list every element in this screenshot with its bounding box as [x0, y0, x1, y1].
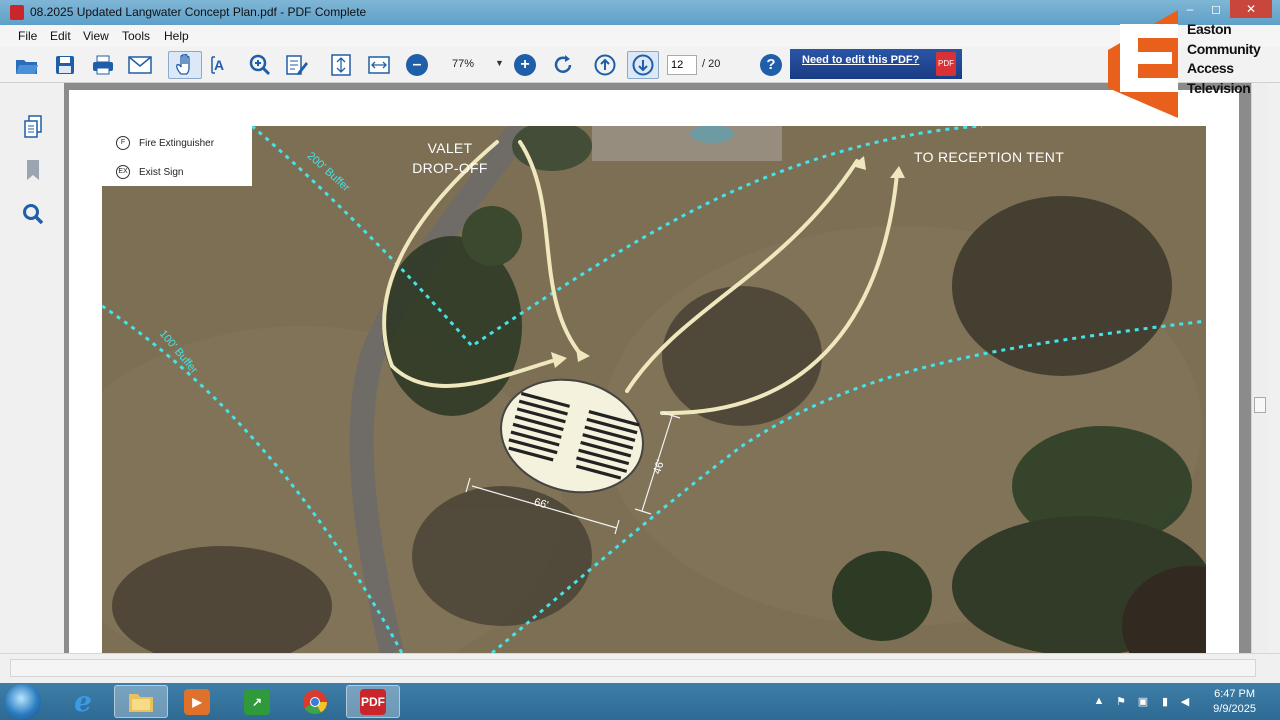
- map-legend: F Fire Extinguisher EX Exist Sign: [102, 126, 252, 186]
- page-total: / 20: [702, 58, 721, 70]
- internet-explorer-icon[interactable]: e: [56, 685, 110, 718]
- print-icon[interactable]: [89, 51, 117, 79]
- menu-bar: File Edit View Tools Help: [0, 25, 1280, 47]
- help-icon[interactable]: ?: [757, 51, 785, 79]
- stock-chart-icon[interactable]: ↗: [230, 685, 284, 718]
- hand-tool-icon[interactable]: [168, 51, 202, 79]
- menu-help[interactable]: Help: [164, 29, 189, 43]
- media-player-icon[interactable]: ▶: [170, 685, 224, 718]
- scrollbar-thumb[interactable]: [1254, 397, 1266, 413]
- save-icon[interactable]: [51, 51, 79, 79]
- zoom-in-icon[interactable]: +: [511, 51, 539, 79]
- previous-page-icon[interactable]: [591, 51, 619, 79]
- promo-label[interactable]: Need to edit this PDF?: [802, 54, 919, 66]
- pdf-promo-icon: PDF: [936, 52, 956, 76]
- network-icon[interactable]: ▮: [1158, 695, 1172, 709]
- rotate-icon[interactable]: [549, 51, 577, 79]
- zoom-out-icon[interactable]: –: [403, 51, 431, 79]
- vertical-scrollbar[interactable]: [1251, 83, 1268, 653]
- legend-exit-sign: EX Exist Sign: [116, 165, 183, 179]
- legend-label: Fire Extinguisher: [139, 137, 215, 149]
- clock[interactable]: 6:47 PM 9/9/2025: [1213, 687, 1256, 717]
- fit-width-icon[interactable]: [365, 51, 393, 79]
- menu-tools[interactable]: Tools: [122, 29, 150, 43]
- menu-file[interactable]: File: [18, 29, 37, 43]
- aerial-map: F Fire Extinguisher EX Exist Sign VALET …: [102, 126, 1206, 653]
- pdf-app-icon: [10, 5, 24, 20]
- document-area[interactable]: F Fire Extinguisher EX Exist Sign VALET …: [64, 83, 1251, 653]
- svg-text:A: A: [214, 57, 224, 73]
- window-title: 08.2025 Updated Langwater Concept Plan.p…: [30, 5, 367, 19]
- edit-pdf-promo-button[interactable]: Need to edit this PDF? PDF: [790, 49, 962, 79]
- system-tray: ▲ ⚑ ▣ ▮ ◀ 6:47 PM 9/9/2025: [1080, 683, 1280, 720]
- legend-label: Exist Sign: [139, 166, 184, 178]
- search-icon[interactable]: [22, 203, 44, 227]
- pdf-complete-window: 08.2025 Updated Langwater Concept Plan.p…: [0, 0, 1280, 683]
- pages-icon[interactable]: [22, 115, 44, 139]
- pdf-complete-icon[interactable]: PDF: [346, 685, 400, 718]
- chrome-icon[interactable]: [288, 685, 342, 718]
- clock-date: 9/9/2025: [1213, 703, 1256, 715]
- next-page-icon[interactable]: [627, 51, 659, 79]
- page-number-input[interactable]: 12: [667, 55, 697, 75]
- pdf-page: F Fire Extinguisher EX Exist Sign VALET …: [69, 90, 1239, 653]
- fit-page-icon[interactable]: [327, 51, 355, 79]
- start-button[interactable]: [5, 684, 41, 720]
- logo-text: Easton Community Access Television: [1187, 21, 1261, 96]
- volume-icon[interactable]: ◀: [1178, 695, 1192, 709]
- clock-time: 6:47 PM: [1214, 688, 1256, 700]
- side-panel: [0, 83, 64, 653]
- device-icon[interactable]: ▣: [1136, 695, 1150, 709]
- zoom-tool-icon[interactable]: [246, 51, 274, 79]
- file-explorer-icon[interactable]: [114, 685, 168, 718]
- reception-label: TO RECEPTION TENT: [914, 149, 1065, 165]
- action-center-icon[interactable]: ⚑: [1114, 695, 1128, 709]
- status-bar: [0, 653, 1280, 683]
- bookmark-icon[interactable]: [22, 159, 44, 183]
- fire-extinguisher-symbol: F: [116, 136, 130, 150]
- email-icon[interactable]: [126, 51, 154, 79]
- taskbar: e ▶ ↗ PDF ▲ ⚑ ▣ ▮ ◀ 6:47 PM 9/9/2025: [0, 683, 1280, 720]
- text-select-icon[interactable]: A: [208, 51, 236, 79]
- zoom-dropdown-icon[interactable]: ▼: [495, 58, 504, 68]
- toolbar: A – 77% ▼ + 12 / 20 ?: [0, 47, 1280, 83]
- valet-label: VALET DROP-OFF: [412, 140, 488, 176]
- menu-edit[interactable]: Edit: [50, 29, 71, 43]
- title-bar: 08.2025 Updated Langwater Concept Plan.p…: [0, 0, 1280, 25]
- status-field: [10, 659, 1256, 677]
- exit-sign-symbol: EX: [116, 165, 130, 179]
- edit-icon[interactable]: [283, 51, 311, 79]
- zoom-level[interactable]: 77%: [452, 58, 474, 70]
- open-folder-icon[interactable]: [13, 51, 41, 79]
- legend-fire-extinguisher: F Fire Extinguisher: [116, 136, 214, 150]
- menu-view[interactable]: View: [83, 29, 109, 43]
- show-hidden-icons-icon[interactable]: ▲: [1092, 695, 1106, 709]
